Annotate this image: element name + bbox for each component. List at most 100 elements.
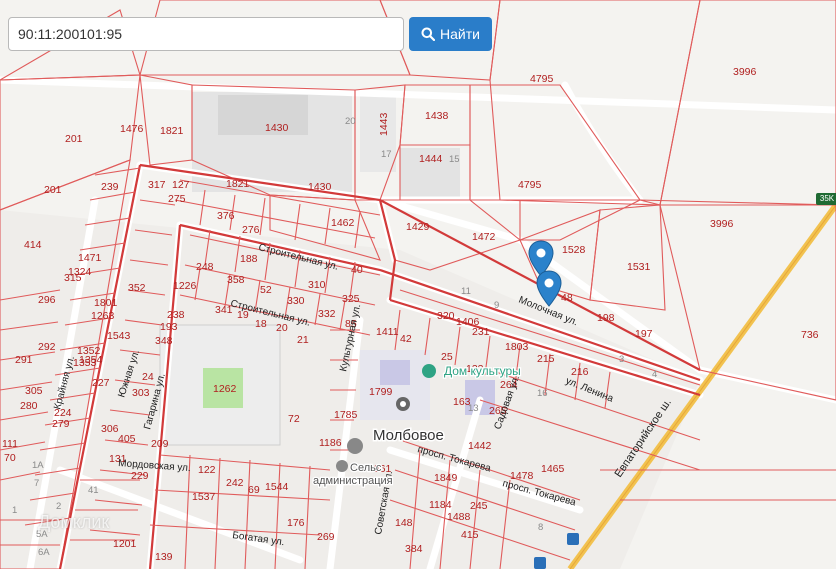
parcel-label: 1785 <box>334 409 358 421</box>
parcel-label: 41 <box>88 485 99 496</box>
parcel-label: 1226 <box>173 280 197 292</box>
parcel-label: 245 <box>470 500 488 512</box>
parcel-label: 1799 <box>369 386 393 398</box>
search-button[interactable]: Найти <box>409 17 492 51</box>
parcel-label: 1429 <box>406 221 430 233</box>
parcel-label: 1438 <box>425 110 449 122</box>
camera-icon[interactable] <box>396 397 410 411</box>
parcel-label: 227 <box>92 377 110 389</box>
parcel-label: 229 <box>131 470 149 482</box>
parcel-label: 1537 <box>192 491 216 503</box>
parcel-label: 275 <box>168 193 186 205</box>
parcel-label: 176 <box>287 517 305 529</box>
map-viewport[interactable]: 4795 3996 1476 1821 1430 1438 1443 1444 … <box>0 0 836 569</box>
parcel-label: 1186 <box>319 437 342 449</box>
parcel-label: 1543 <box>107 330 131 342</box>
parcel-label: 1430 <box>308 181 332 193</box>
road-number-badge: 35K <box>816 193 836 205</box>
parcel-label: 20 <box>345 116 356 127</box>
parcel-label: 122 <box>198 464 216 476</box>
parcel-label: 201 <box>65 133 83 145</box>
village-name-label: Молбовое <box>373 427 444 444</box>
parcel-label: 306 <box>101 423 119 435</box>
parcel-label: 6А <box>38 547 50 558</box>
cadastral-map[interactable]: 4795 3996 1476 1821 1430 1438 1443 1444 … <box>0 0 836 569</box>
parcel-label: 1465 <box>541 463 565 475</box>
map-pin-icon[interactable] <box>536 270 562 308</box>
parcel-label: 1 <box>12 505 17 516</box>
parcel-label: 1849 <box>434 472 458 484</box>
parcel-label: 1544 <box>265 481 289 493</box>
parcel-label: 188 <box>240 253 258 265</box>
parcel-label: 15 <box>449 154 460 165</box>
parcel-label: 1531 <box>627 261 651 273</box>
parcel-label: 348 <box>155 335 173 347</box>
parcel-label: 20 <box>276 322 288 334</box>
parcel-label: 70 <box>4 452 16 464</box>
parcel-label: 239 <box>101 181 119 193</box>
parcel-label: 1430 <box>265 122 289 134</box>
parcel-label: 1А <box>32 460 44 471</box>
parcel-label: 414 <box>24 239 42 251</box>
parcel-label: 280 <box>20 400 38 412</box>
parcel-label: 736 <box>801 329 819 341</box>
parcel-label: 16 <box>537 388 548 399</box>
parcel-label: 25 <box>441 351 453 363</box>
parcel-label: 8 <box>538 522 543 533</box>
parcel-label: 69 <box>248 484 260 496</box>
parcel-label: 1471 <box>78 252 102 264</box>
parcel-label: 405 <box>118 433 136 445</box>
parcel-label: 303 <box>132 387 150 399</box>
parcel-label: 18 <box>255 318 267 330</box>
parcel-label: 1821 <box>226 178 250 190</box>
parcel-label: 292 <box>38 341 56 353</box>
parcel-label: 1444 <box>419 153 443 165</box>
parcel-label: 9 <box>494 300 499 311</box>
parcel-label: 24 <box>142 371 154 383</box>
parcel-label: 1184 <box>429 499 452 511</box>
parcel-label: 7 <box>34 478 39 489</box>
parcel-label: 4795 <box>530 73 554 85</box>
parcel-label: 358 <box>227 274 245 286</box>
parcel-label: 330 <box>287 295 305 307</box>
parcel-label: 1442 <box>468 440 492 452</box>
parcel-label: 332 <box>318 308 336 320</box>
parcel-label: 13 <box>468 403 479 414</box>
parcel-label: 1476 <box>120 123 144 135</box>
parcel-label: 317 <box>148 179 166 191</box>
parcel-label: 248 <box>196 261 214 273</box>
parcel-label: 42 <box>400 333 412 345</box>
parcel-label: 1803 <box>505 341 529 353</box>
parcel-label: 17 <box>381 149 392 160</box>
parcel-label: 1488 <box>447 511 471 523</box>
parcel-label: 2 <box>56 501 61 512</box>
parcel-label: 11 <box>461 286 471 297</box>
parcel-label: 21 <box>297 334 309 346</box>
parcel-label: 415 <box>461 529 479 541</box>
cadastral-search-input[interactable] <box>8 17 404 51</box>
parcel-label: 269 <box>317 531 335 543</box>
parcel-label: 1201 <box>113 538 137 550</box>
parcel-label: 376 <box>217 210 235 222</box>
parcel-label: 197 <box>635 328 653 340</box>
parcel-label: 40 <box>351 264 363 276</box>
parcel-label: 111 <box>2 438 18 450</box>
village-council-label: администрация <box>313 475 393 487</box>
parcel-label: 320 <box>437 310 455 322</box>
parcel-label: 231 <box>472 326 490 338</box>
parcel-label: 1443 <box>378 112 390 136</box>
parcel-label: 1821 <box>160 125 184 137</box>
parcel-label: 305 <box>25 385 43 397</box>
parcel-label: 3996 <box>733 66 757 78</box>
parcel-label: 3996 <box>710 218 734 230</box>
parcel-label: 1411 <box>376 326 399 338</box>
parcel-label: 296 <box>38 294 56 306</box>
parcel-label: 352 <box>128 282 146 294</box>
parcel-label: 201 <box>44 184 62 196</box>
search-icon <box>421 27 436 41</box>
parcel-label: 1801 <box>94 297 118 309</box>
parcel-label: 216 <box>571 366 589 378</box>
parcel-label: 215 <box>537 353 555 365</box>
parcel-label: 1262 <box>213 383 237 395</box>
parcel-label: 3 <box>619 354 624 365</box>
